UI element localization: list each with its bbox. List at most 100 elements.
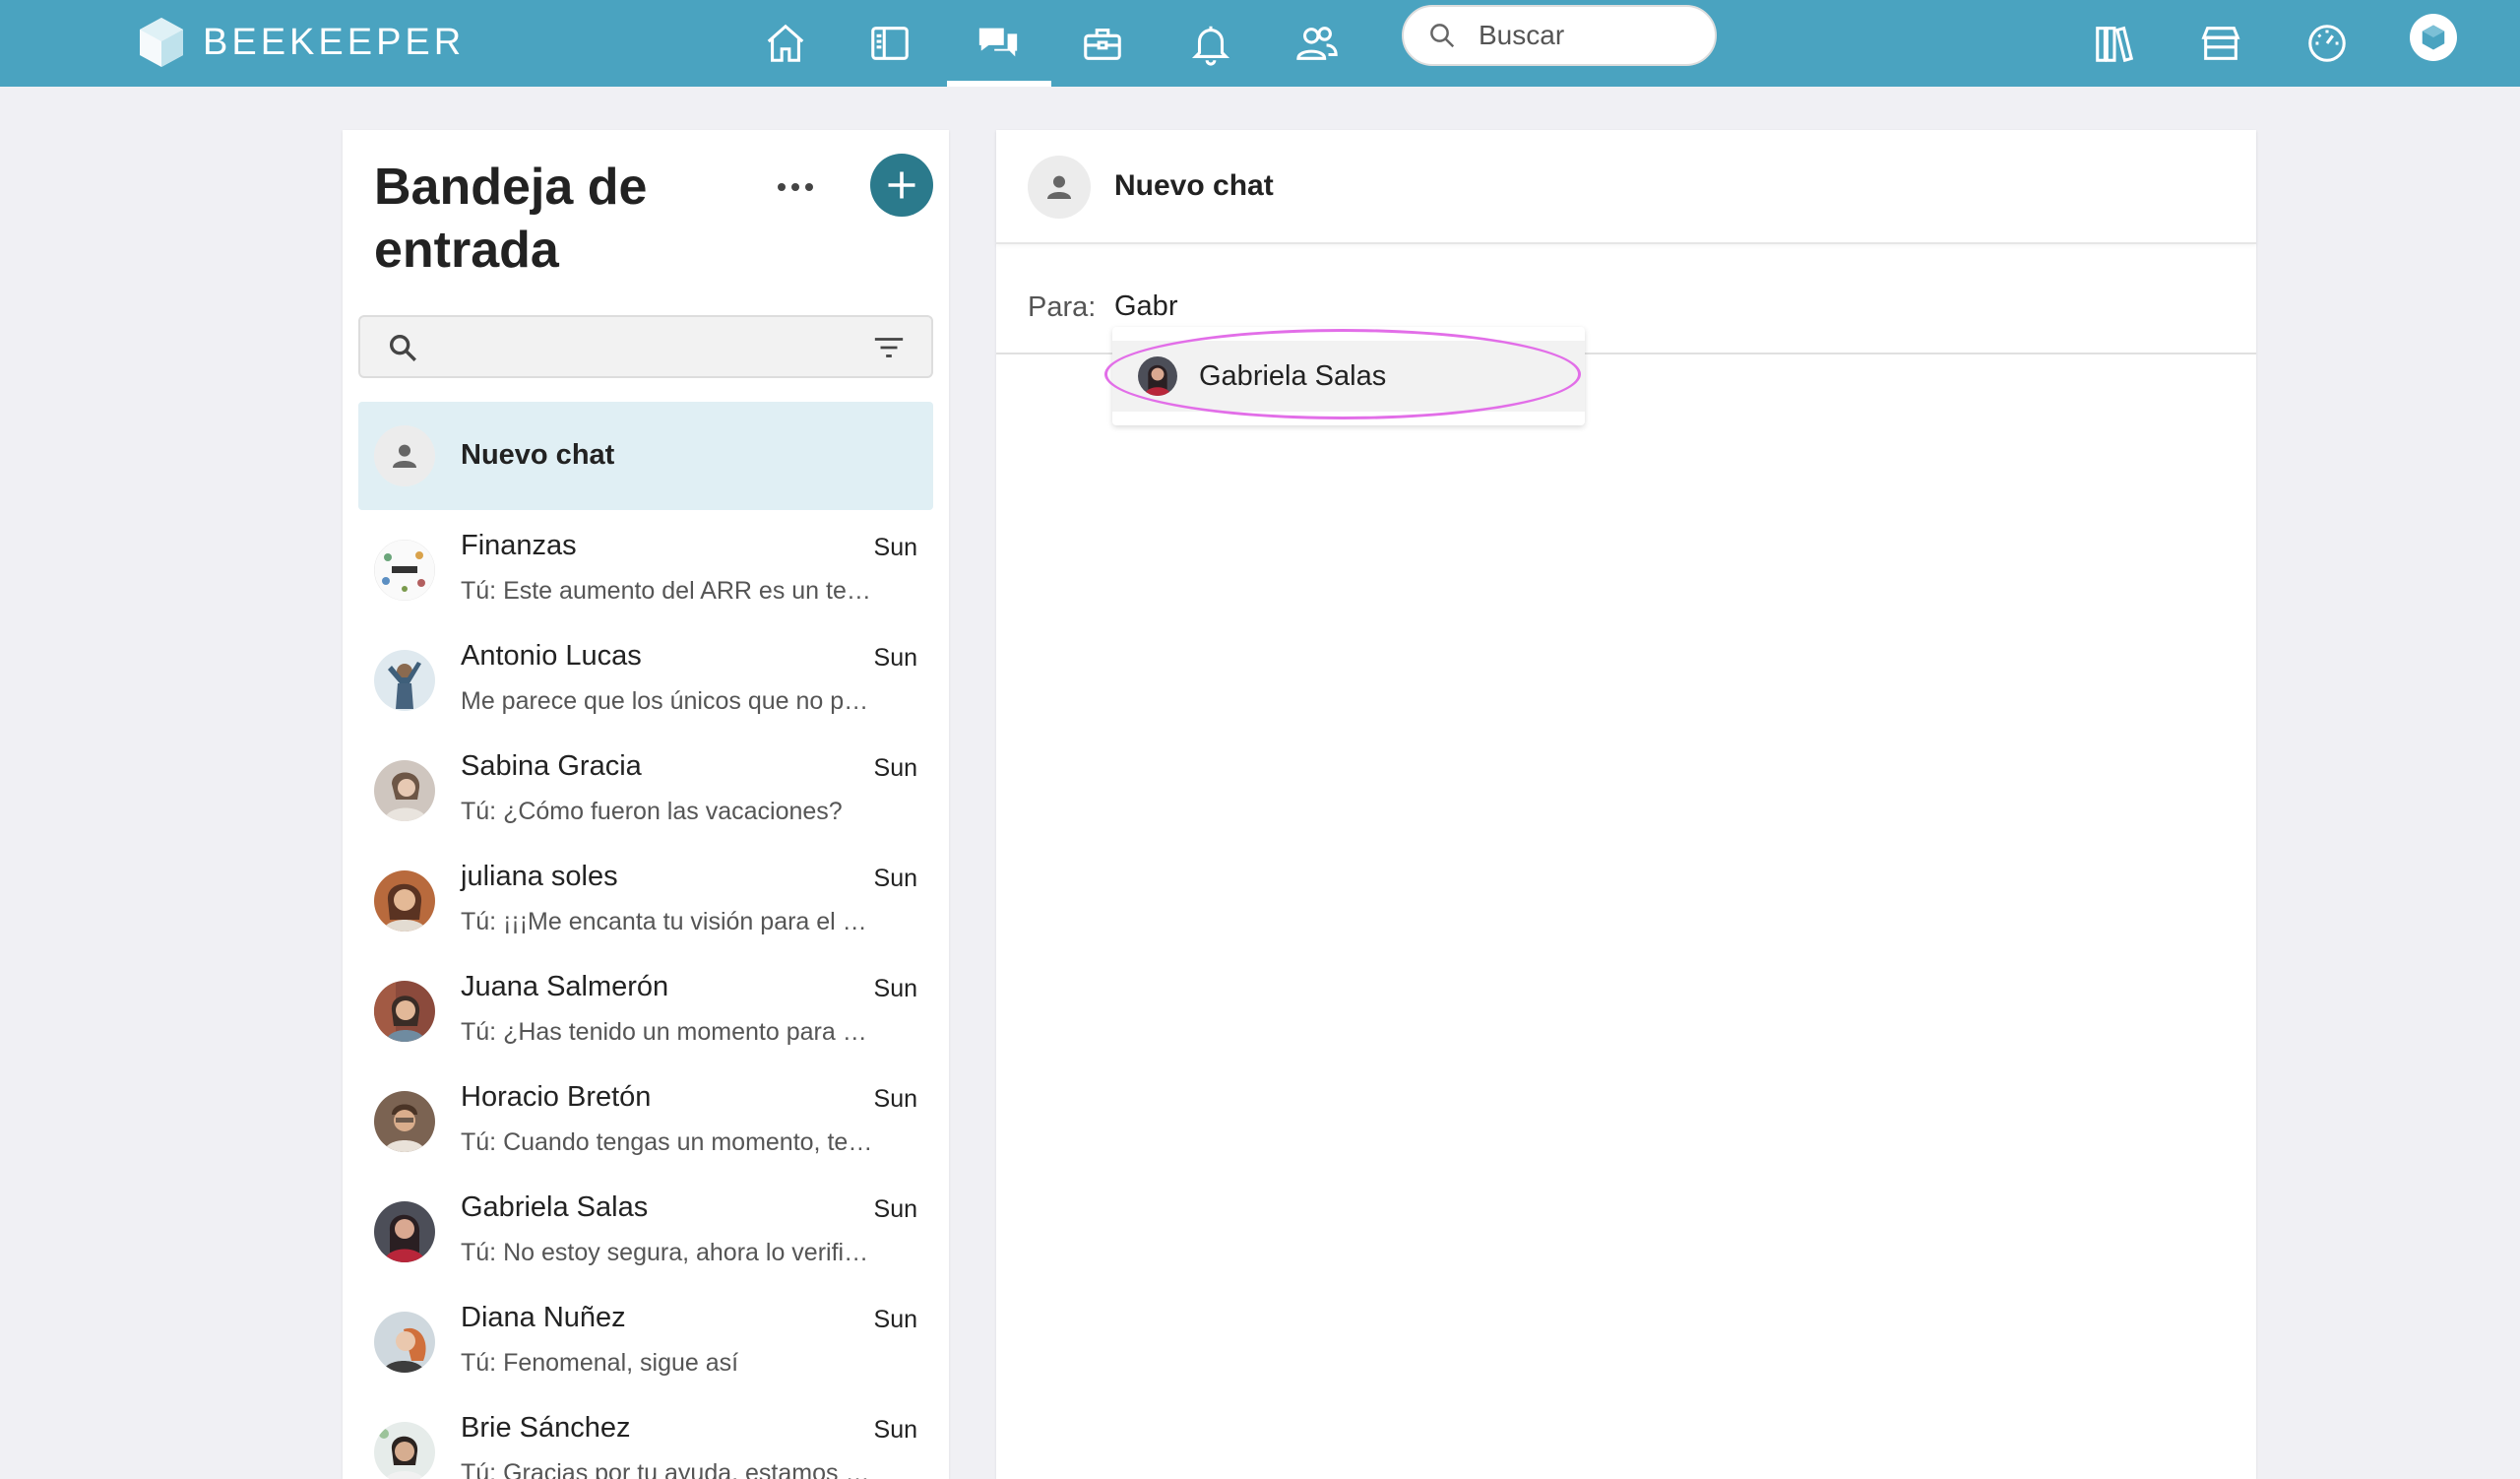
profile-photo-icon [374,1312,435,1373]
people-icon [1296,27,1338,60]
bell-icon [1191,26,1230,66]
user-avatar[interactable] [2410,14,2457,61]
chat-name: Brie Sánchez [461,1412,631,1444]
brand-name: BEEKEEPER [203,21,466,63]
home-icon [767,24,804,62]
list-item[interactable]: Sabina Gracia Sun Tú: ¿Cómo fueron las v… [358,735,933,845]
search-icon [389,334,416,361]
avatar [374,650,435,711]
avatar [374,1422,435,1479]
chat-preview: Tú: Gracias por tu ayuda, estamos en con… [461,1459,874,1479]
chat-preview: Tú: Fenomenal, sigue así [461,1349,739,1377]
chat-name: Sabina Gracia [461,750,642,782]
person-icon [393,444,416,468]
profile-photo-icon [374,760,435,821]
nav-home[interactable] [756,14,815,73]
chat-preview: Tú: Cuando tengas un momento, te envío l… [461,1128,874,1156]
library-icon [2096,26,2134,63]
more-options-button[interactable] [766,167,825,207]
store-icon [2201,27,2240,60]
chat-name: Finanzas [461,530,577,561]
list-item[interactable]: Juana Salmerón Sun Tú: ¿Has tenido un mo… [358,955,933,1065]
nav-notifications[interactable] [1181,14,1240,73]
chat-preview: Me parece que los únicos que no pueden i… [461,687,874,715]
avatar [374,540,435,601]
inbox-search-field[interactable] [358,315,933,378]
avatar [374,870,435,932]
avatar [374,760,435,821]
chat-list: Nuevo chat Finanzas Sun Tú: Este aumento… [358,402,933,1479]
person-icon [1047,175,1071,199]
beekeeper-logo-icon [140,18,183,67]
nav-active-indicator [947,81,1051,87]
list-item[interactable]: Finanzas Sun Tú: Este aumento del ARR es… [358,514,933,624]
chat-time: Sun [873,754,917,782]
chat-time: Sun [873,865,917,892]
nav-people[interactable] [1288,14,1347,73]
recipient-input[interactable] [1112,284,2002,329]
chat-time: Sun [873,1195,917,1223]
nav-dashboard[interactable] [2298,14,2357,73]
newsfeed-icon [871,27,909,60]
suggestion-name: Gabriela Salas [1199,360,1387,392]
profile-photo-icon [374,1201,435,1262]
plus-icon [888,171,915,199]
search-icon [1430,24,1455,48]
chat-title: Nuevo chat [1114,169,1274,202]
list-item[interactable]: juliana soles Sun Tú: ¡¡¡Me encanta tu v… [358,845,933,955]
filter-icon[interactable] [872,333,906,362]
chat-time: Sun [873,975,917,1002]
chat-preview: Tú: ¡¡¡Me encanta tu visión para el proy… [461,908,874,935]
nav-chats[interactable] [969,14,1028,73]
inbox-panel: Bandeja de entrada Nuevo chat Finanzas S… [343,130,949,1479]
nav-tools[interactable] [1073,14,1132,73]
suggestion-item[interactable]: Gabriela Salas [1112,341,1585,412]
profile-photo-icon [374,870,435,932]
dot-icon [791,183,799,191]
chat-preview: Tú: Este aumento del ARR es un testimoni… [461,577,874,605]
chat-time: Sun [873,1306,917,1333]
global-search[interactable] [1402,5,1717,66]
chat-name: Diana Nuñez [461,1302,626,1333]
list-item[interactable]: Horacio Bretón Sun Tú: Cuando tengas un … [358,1065,933,1176]
chat-name: juliana soles [461,861,618,892]
profile-photo-icon [374,650,435,711]
dot-icon [778,183,786,191]
dot-icon [805,183,813,191]
chat-time: Sun [873,534,917,561]
avatar [1028,156,1091,219]
recipient-label: Para: [1028,291,1097,323]
avatar [374,981,435,1042]
list-item[interactable]: Brie Sánchez Sun Tú: Gracias por tu ayud… [358,1396,933,1479]
dashboard-icon [2308,25,2346,62]
avatar [374,425,435,486]
chat-preview: Tú: No estoy segura, ahora lo verifico y… [461,1239,874,1266]
profile-photo-icon [1138,356,1177,396]
avatar [374,1201,435,1262]
list-item[interactable]: Gabriela Salas Sun Tú: No estoy segura, … [358,1176,933,1286]
profile-photo-icon [374,1422,435,1479]
list-item[interactable]: Diana Nuñez Sun Tú: Fenomenal, sigue así [358,1286,933,1396]
chat-name: Antonio Lucas [461,640,642,672]
nav-newsfeed[interactable] [860,14,919,73]
list-item[interactable]: Antonio Lucas Sun Me parece que los únic… [358,624,933,735]
user-avatar-logo-icon [2422,25,2445,50]
avatar [374,1091,435,1152]
chat-time: Sun [873,644,917,672]
global-search-input[interactable] [1477,19,1697,52]
chat-time: Sun [873,1085,917,1113]
chat-name: Horacio Bretón [461,1081,652,1113]
chat-preview: Tú: ¿Has tenido un momento para revisar … [461,1018,874,1046]
new-chat-button[interactable] [870,154,933,217]
avatar [1138,356,1177,396]
chat-name: Nuevo chat [461,439,615,471]
nav-store[interactable] [2191,14,2250,73]
recipient-suggestions: Gabriela Salas [1112,327,1585,425]
list-item-new-chat[interactable]: Nuevo chat [358,402,933,510]
nav-library[interactable] [2085,14,2144,73]
chat-icon [978,28,1018,57]
chat-name: Gabriela Salas [461,1191,649,1223]
brand-logo[interactable]: BEEKEEPER [138,8,465,77]
chat-header: Nuevo chat [996,130,2256,244]
top-navigation-bar: BEEKEEPER [0,0,2520,87]
